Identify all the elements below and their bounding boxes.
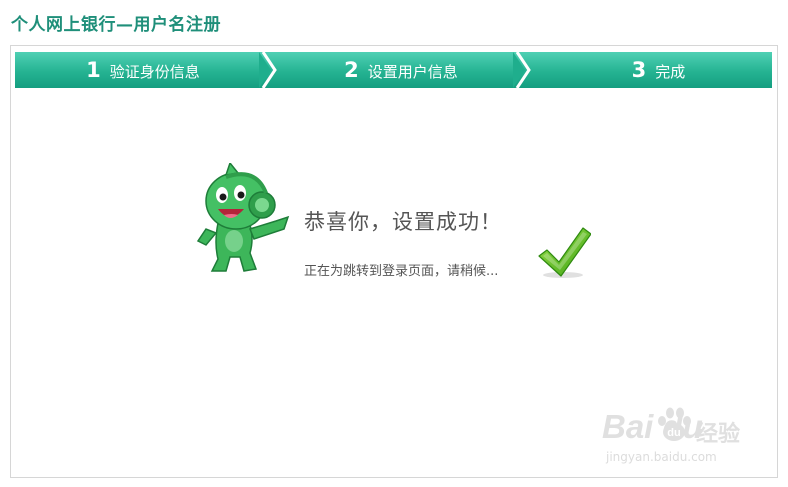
step-number: 3: [631, 58, 647, 82]
chevron-right-icon: [259, 52, 277, 88]
step-number: 1: [86, 58, 101, 82]
baidu-jingyan-watermark: Bai du du 经验 jingyan.baidu.com: [592, 400, 752, 470]
watermark-url: jingyan.baidu.com: [606, 450, 717, 464]
step-progress-bar: 1 验证身份信息 2 设置用户信息 3 完成: [15, 52, 772, 88]
success-title: 恭喜你，设置成功！: [304, 210, 502, 234]
mascot-icon: [196, 163, 291, 274]
checkmark-icon: [538, 227, 591, 278]
step-label: 设置用户信息: [367, 63, 458, 81]
step-3: 3 完成: [525, 52, 772, 88]
chevron-right-icon: [513, 52, 531, 88]
page-title: 个人网上银行—用户名注册: [11, 15, 221, 35]
step-2: 2 设置用户信息: [271, 52, 531, 88]
redirect-message: 正在为跳转到登录页面，请稍候...: [304, 264, 499, 279]
step-1: 1 验证身份信息: [15, 52, 277, 88]
step-label: 完成: [655, 63, 686, 81]
step-number: 2: [344, 58, 359, 82]
watermark-label: 经验: [696, 422, 741, 447]
svg-text:du: du: [667, 427, 680, 439]
paw-icon: du: [658, 407, 691, 441]
step-label: 验证身份信息: [109, 63, 200, 81]
